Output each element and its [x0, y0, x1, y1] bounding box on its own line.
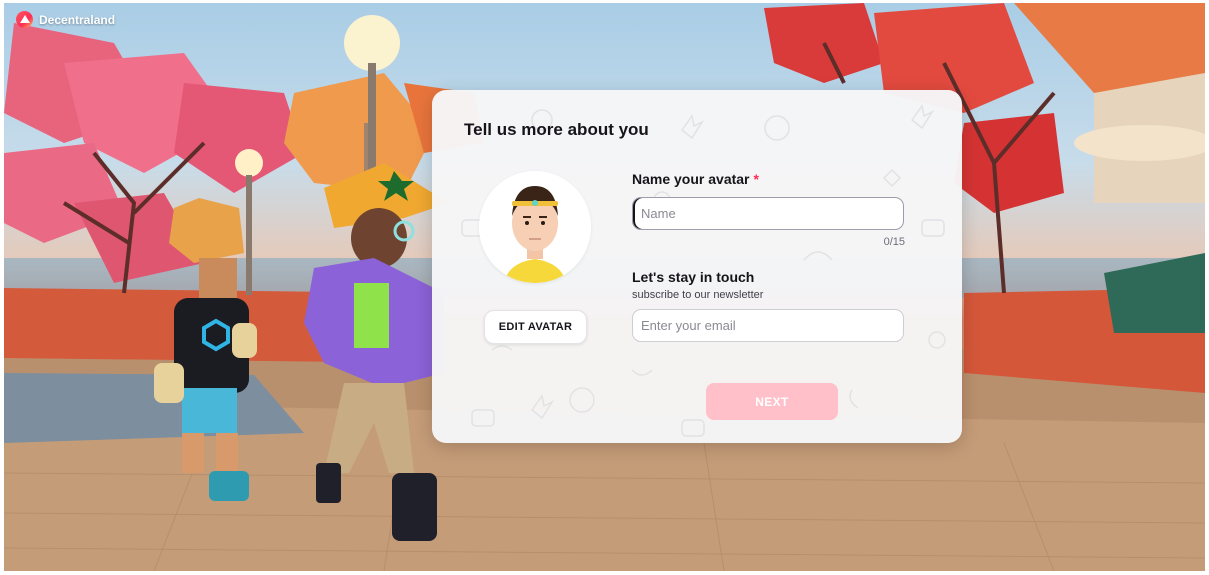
- next-button[interactable]: NEXT: [706, 383, 838, 420]
- profile-setup-card: Tell us more about you EDIT AVATAR Name …: [432, 90, 962, 443]
- required-asterisk: *: [753, 171, 759, 187]
- decentraland-logo[interactable]: Decentraland: [16, 11, 115, 28]
- avatar-face-icon: [479, 171, 591, 283]
- decentraland-logo-icon: [16, 11, 33, 28]
- email-input[interactable]: [632, 309, 904, 342]
- newsletter-sublabel: subscribe to our newsletter: [632, 289, 764, 301]
- avatar-preview: [479, 171, 591, 283]
- name-field-label-text: Name your avatar: [632, 171, 750, 187]
- newsletter-label: Let's stay in touch: [632, 269, 755, 285]
- edit-avatar-button[interactable]: EDIT AVATAR: [484, 310, 587, 344]
- name-character-counter: 0/15: [883, 236, 905, 248]
- app-name: Decentraland: [39, 12, 116, 27]
- card-title: Tell us more about you: [464, 120, 649, 139]
- name-field-label: Name your avatar *: [632, 171, 759, 187]
- avatar-name-input[interactable]: [632, 197, 904, 230]
